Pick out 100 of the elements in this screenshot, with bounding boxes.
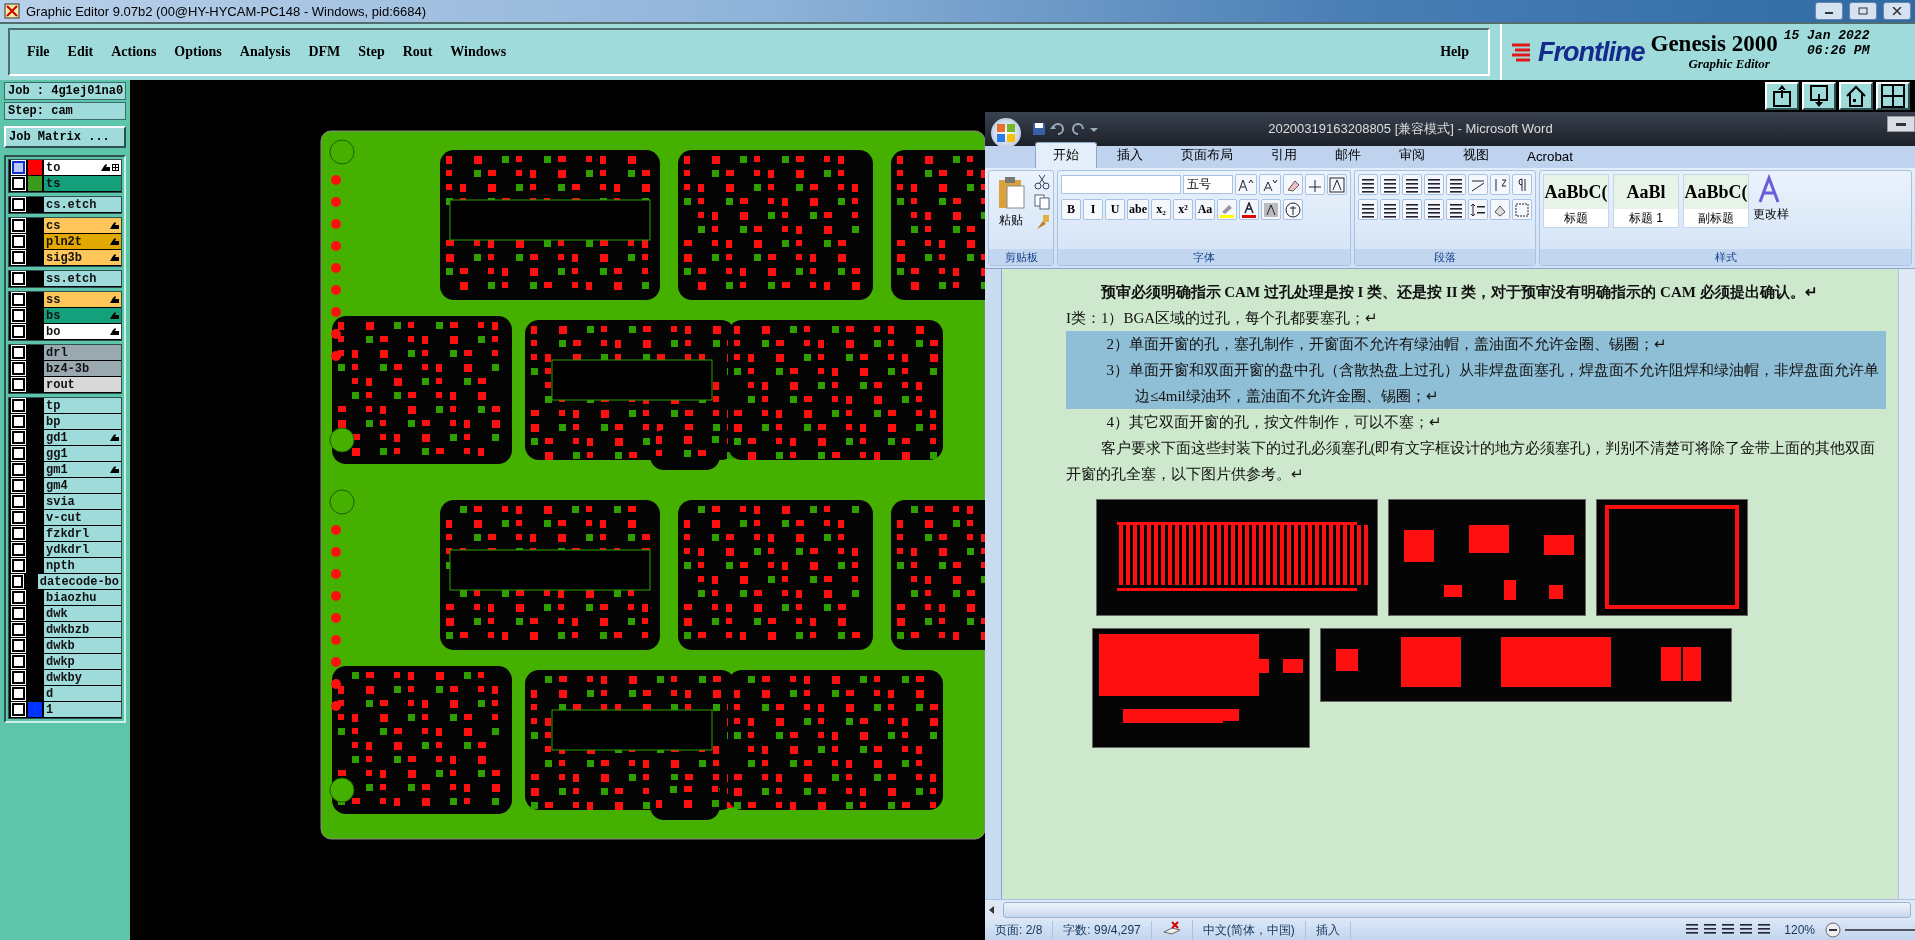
layer-name[interactable]: ydkdrl xyxy=(44,542,121,557)
layer-name[interactable]: svia xyxy=(44,494,121,509)
layer-checkbox[interactable] xyxy=(12,399,25,412)
maximize-button[interactable] xyxy=(1849,2,1877,20)
layer-checkbox[interactable] xyxy=(12,272,25,285)
toolbar-button[interactable] xyxy=(1876,82,1910,110)
layer-checkbox[interactable] xyxy=(12,495,25,508)
distribute-button[interactable] xyxy=(1446,199,1466,220)
layer-checkbox[interactable] xyxy=(12,591,25,604)
layer-checkbox[interactable] xyxy=(12,309,25,322)
layer-checkbox[interactable] xyxy=(12,655,25,668)
font-name-field[interactable] xyxy=(1061,175,1181,194)
style-option[interactable]: AaBl 标题 1 xyxy=(1613,174,1679,228)
ribbon-tab[interactable]: 引用 xyxy=(1253,142,1315,168)
layer-checkbox[interactable] xyxy=(12,639,25,652)
toolbar-button[interactable] xyxy=(1765,82,1799,110)
horizontal-scrollbar[interactable] xyxy=(1003,902,1911,918)
close-button[interactable] xyxy=(1883,2,1911,20)
layer-checkbox[interactable] xyxy=(12,431,25,444)
save-icon[interactable] xyxy=(1031,121,1047,137)
redo-icon[interactable] xyxy=(1071,121,1087,137)
layer-checkbox[interactable] xyxy=(12,543,25,556)
align-right-button[interactable] xyxy=(1402,199,1422,220)
font-format-button[interactable]: abe xyxy=(1127,199,1149,220)
numbered-list-button[interactable] xyxy=(1380,174,1400,195)
menu-item[interactable]: DFM xyxy=(299,40,350,64)
font-format-button[interactable]: U xyxy=(1105,199,1125,220)
layer-checkbox[interactable] xyxy=(12,527,25,540)
layer-name[interactable]: cs.etch xyxy=(44,197,121,212)
font-format-button[interactable]: x₂ xyxy=(1151,199,1171,220)
menu-item[interactable]: Actions xyxy=(102,40,166,64)
layer-name[interactable]: ss xyxy=(44,292,121,307)
style-option[interactable]: AaBbC( 副标题 xyxy=(1683,174,1749,228)
layer-checkbox[interactable] xyxy=(12,479,25,492)
increase-indent-button[interactable] xyxy=(1446,174,1466,195)
layer-checkbox[interactable] xyxy=(12,559,25,572)
align-center-button[interactable] xyxy=(1380,199,1400,220)
layer-name[interactable]: dwkby xyxy=(44,670,121,685)
paintbrush-icon[interactable] xyxy=(1034,214,1050,230)
layer-name[interactable]: drl xyxy=(44,345,121,360)
layer-name[interactable]: bz4-3b xyxy=(44,361,121,376)
layer-name[interactable]: d xyxy=(44,686,121,701)
layer-name[interactable]: gm4 xyxy=(44,478,121,493)
layer-checkbox[interactable] xyxy=(12,607,25,620)
change-styles-button[interactable]: 更改样 xyxy=(1753,174,1789,223)
layer-checkbox[interactable] xyxy=(12,293,25,306)
ribbon-tab[interactable]: 邮件 xyxy=(1317,142,1379,168)
layer-name[interactable]: datecode-bo xyxy=(37,574,121,589)
layer-checkbox[interactable] xyxy=(12,198,25,211)
font-color-button[interactable] xyxy=(1239,199,1259,220)
style-option[interactable]: AaBbC( 标题 xyxy=(1543,174,1609,228)
layer-name[interactable]: to xyxy=(44,160,121,175)
layer-checkbox[interactable] xyxy=(12,219,25,232)
layer-checkbox[interactable] xyxy=(12,511,25,524)
ribbon-tab[interactable]: 审阅 xyxy=(1381,142,1443,168)
minimize-button[interactable] xyxy=(1887,116,1915,132)
ribbon-tab[interactable]: 开始 xyxy=(1035,142,1097,168)
layer-name[interactable]: bs xyxy=(44,308,121,323)
layer-name[interactable]: v-cut xyxy=(44,510,121,525)
layer-checkbox[interactable] xyxy=(12,415,25,428)
justify-button[interactable] xyxy=(1424,199,1444,220)
layer-checkbox[interactable] xyxy=(12,703,25,716)
layer-name[interactable]: gm1 xyxy=(44,462,121,477)
layer-name[interactable]: dwkp xyxy=(44,654,121,669)
layer-name[interactable]: dwkbzb xyxy=(44,622,121,637)
office-logo-icon[interactable] xyxy=(996,123,1016,143)
scissors-icon[interactable] xyxy=(1034,174,1050,190)
layer-name[interactable]: biaozhu xyxy=(44,590,121,605)
layer-checkbox[interactable] xyxy=(12,671,25,684)
align-left-button[interactable] xyxy=(1358,199,1378,220)
menu-item[interactable]: Edit xyxy=(58,40,103,64)
menu-item[interactable]: Step xyxy=(349,40,394,64)
layer-checkbox[interactable] xyxy=(12,575,23,588)
vertical-scrollbar[interactable] xyxy=(1898,269,1915,899)
character-border-button[interactable] xyxy=(1327,174,1347,195)
layer-checkbox[interactable] xyxy=(12,463,25,476)
layer-name[interactable]: tp xyxy=(44,398,121,413)
line-spacing-button[interactable] xyxy=(1468,199,1488,220)
zoom-out-icon[interactable] xyxy=(1825,922,1841,938)
show-marks-button[interactable] xyxy=(1512,174,1532,195)
menu-item[interactable]: File xyxy=(18,40,59,64)
layer-checkbox[interactable] xyxy=(12,235,25,248)
layer-name[interactable]: fzkdrl xyxy=(44,526,121,541)
layer-name[interactable]: bo xyxy=(44,324,121,339)
shading-button[interactable] xyxy=(1490,199,1510,220)
layer-name[interactable]: gg1 xyxy=(44,446,121,461)
help-menu[interactable]: Help xyxy=(1431,40,1478,64)
menu-item[interactable]: Options xyxy=(165,40,231,64)
minimize-button[interactable] xyxy=(1815,2,1843,20)
proofing-error-icon[interactable] xyxy=(1161,919,1182,936)
zoom-level[interactable]: 120% xyxy=(1774,921,1825,939)
ribbon-tab[interactable]: 视图 xyxy=(1445,142,1507,168)
layer-name[interactable]: dwk xyxy=(44,606,121,621)
shrink-font-button[interactable] xyxy=(1259,174,1281,195)
enclose-character-button[interactable] xyxy=(1283,199,1303,220)
layer-name[interactable]: bp xyxy=(44,414,121,429)
layer-name[interactable]: ss.etch xyxy=(44,271,121,286)
layer-checkbox[interactable] xyxy=(12,177,25,190)
layer-checkbox[interactable] xyxy=(12,378,25,391)
layer-checkbox[interactable] xyxy=(12,447,25,460)
